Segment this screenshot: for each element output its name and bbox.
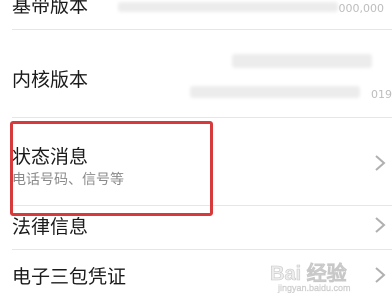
baidu-jingyan-watermark: Bai 经验 jingyan.baidu.com	[270, 261, 351, 293]
kernel-version-label: 内核版本	[12, 69, 89, 91]
baseband-version-value-blurred	[118, 2, 338, 12]
watermark-text: Bai 经验	[270, 261, 347, 285]
legal-info-label: 法律信息	[12, 216, 89, 238]
watermark-subtext: jingyan.baidu.com	[277, 283, 351, 293]
electronic-warranty-label: 电子三包凭证	[12, 266, 127, 288]
settings-row-baseband-version[interactable]: 基带版本 000,000	[0, 0, 392, 28]
highlight-box	[10, 121, 213, 216]
chevron-right-icon	[375, 217, 386, 233]
baseband-version-value-peek: 000,000	[338, 2, 385, 15]
settings-row-kernel-version[interactable]: 内核版本 019	[0, 30, 392, 116]
kernel-version-value-blurred-2	[190, 86, 360, 98]
kernel-version-value-blurred	[232, 54, 372, 68]
kernel-version-value-peek: 019	[371, 88, 392, 101]
chevron-right-icon	[375, 155, 386, 171]
baseband-version-label: 基带版本	[12, 0, 89, 17]
